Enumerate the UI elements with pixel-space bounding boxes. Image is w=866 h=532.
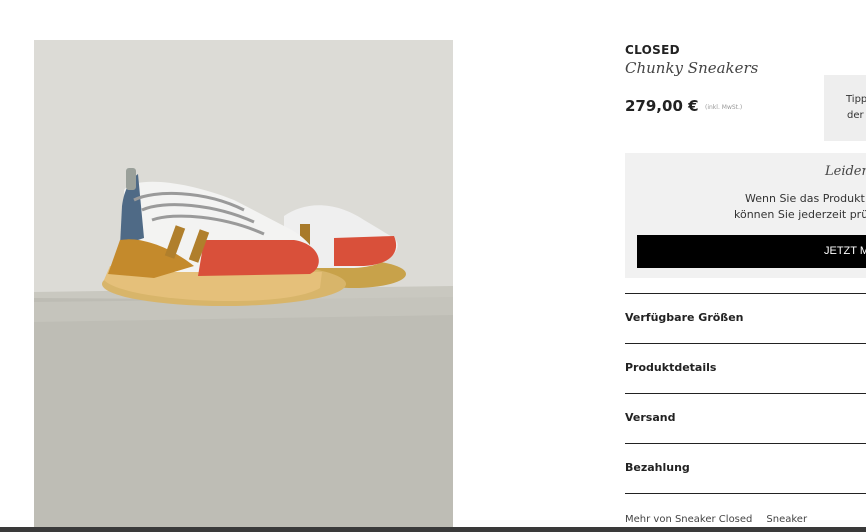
bottom-bar xyxy=(0,527,866,532)
tip-box[interactable]: Tipp der xyxy=(824,75,866,141)
tip-label: Tipp xyxy=(846,94,866,105)
product-image xyxy=(34,40,453,532)
more-from-brand-link[interactable]: Mehr von Sneaker Closed xyxy=(625,514,752,525)
notice-text-line2: können Sie jederzeit prüfe xyxy=(734,208,866,221)
category-sneaker-link[interactable]: Sneaker xyxy=(766,514,807,525)
price-vat-note: (inkl. MwSt.) xyxy=(705,104,743,111)
tip-text: der xyxy=(847,110,864,121)
accordion-available-sizes[interactable]: Verfügbare Größen xyxy=(625,293,866,343)
accordion-shipping[interactable]: Versand xyxy=(625,393,866,443)
related-links: Mehr von Sneaker Closed Sneaker xyxy=(625,514,807,525)
accordion-product-details[interactable]: Produktdetails xyxy=(625,343,866,393)
notify-me-button[interactable]: JETZT M xyxy=(637,235,866,268)
notify-me-button-label: JETZT M xyxy=(824,245,866,257)
accordion-label: Bezahlung xyxy=(625,461,690,474)
notice-text-line1: Wenn Sie das Produkt a xyxy=(745,192,866,205)
out-of-stock-notice: Leider Wenn Sie das Produkt a können Sie… xyxy=(625,153,866,278)
accordion-label: Versand xyxy=(625,411,676,424)
product-price: 279,00 € xyxy=(625,97,699,115)
brand-name[interactable]: CLOSED xyxy=(625,43,680,57)
accordion-label: Produktdetails xyxy=(625,361,717,374)
accordion-label: Verfügbare Größen xyxy=(625,311,744,324)
accordion-payment[interactable]: Bezahlung xyxy=(625,443,866,494)
product-info-accordion: Verfügbare Größen Produktdetails Versand… xyxy=(625,293,866,494)
product-title: Chunky Sneakers xyxy=(625,59,759,77)
notice-title: Leider xyxy=(825,164,866,179)
